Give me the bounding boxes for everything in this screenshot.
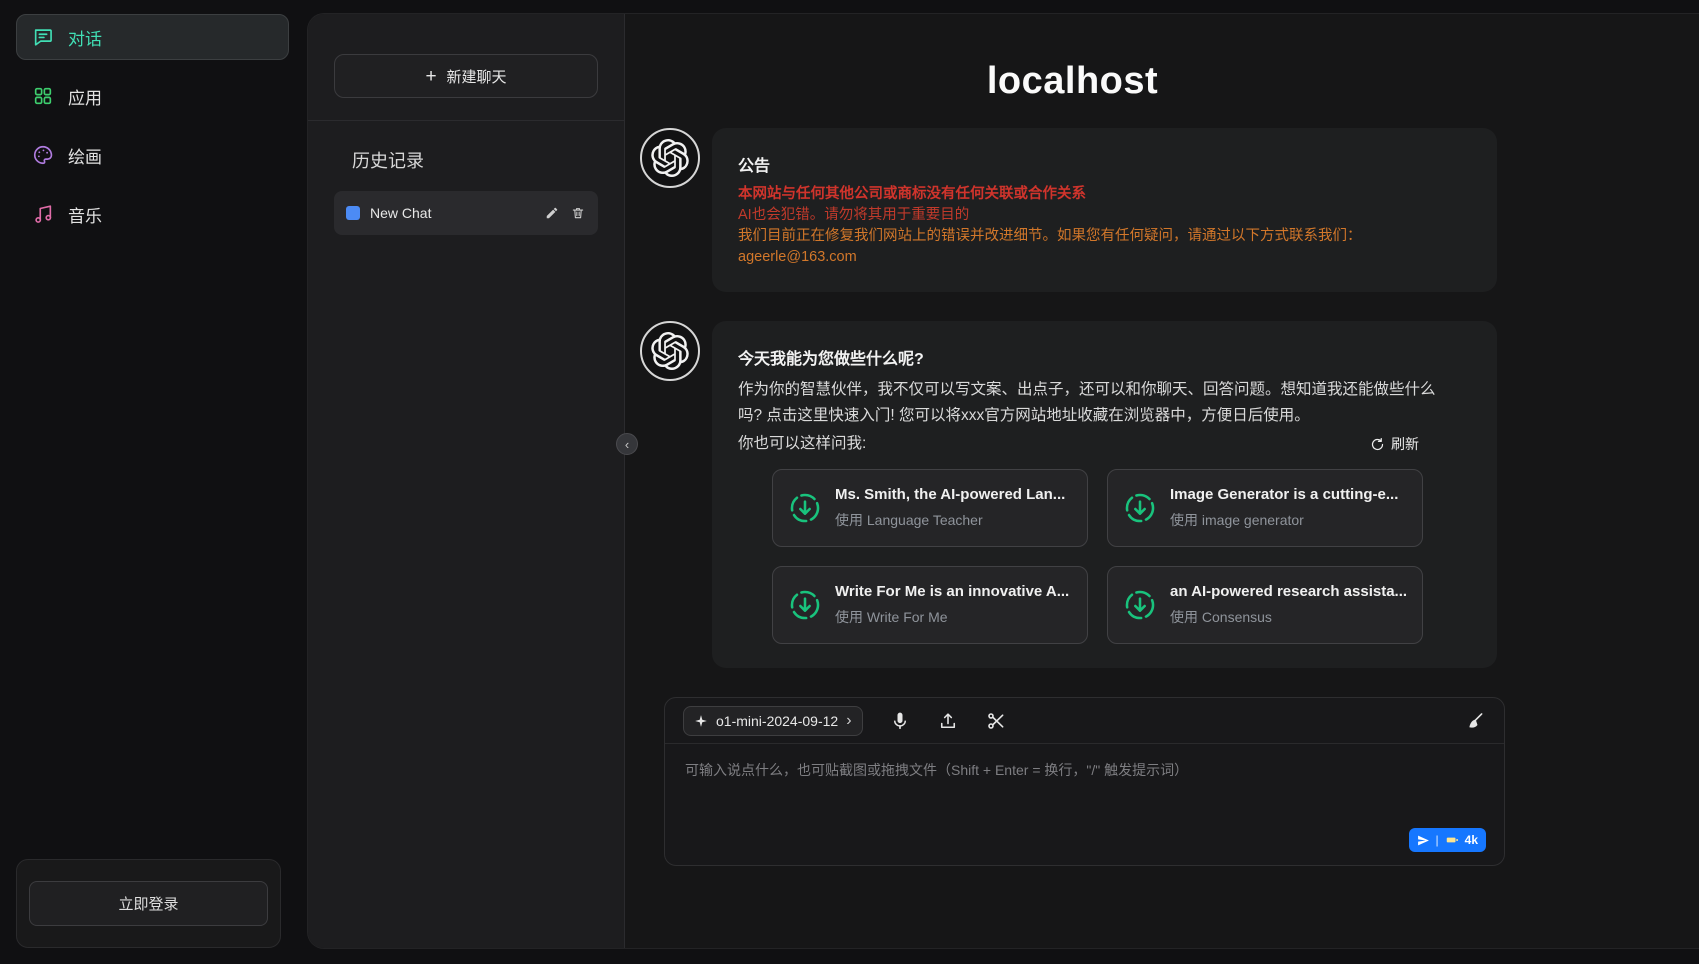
assistant-avatar [640, 321, 700, 381]
refresh-button[interactable]: 刷新 [1370, 434, 1419, 454]
model-name: o1-mini-2024-09-12 [716, 713, 838, 729]
refresh-label: 刷新 [1391, 434, 1419, 454]
suggestion-title: Ms. Smith, the AI-powered Lan... [835, 486, 1065, 503]
circle-arrow-down-icon [788, 491, 822, 525]
hint-row: 你也可以这样问我: 刷新 [738, 431, 1471, 457]
message-announcement: 公告 本网站与任何其他公司或商标没有任何关联或合作关系 AI也会犯错。请勿将其用… [640, 128, 1505, 292]
welcome-body: 作为你的智慧伙伴，我不仅可以写文案、出点子，还可以和你聊天、回答问题。想知道我还… [738, 377, 1458, 429]
openai-logo-icon [651, 332, 689, 370]
circle-arrow-down-icon [1123, 588, 1157, 622]
chat-icon [32, 26, 54, 48]
history-list-item[interactable]: New Chat [334, 191, 598, 235]
palette-icon [32, 144, 54, 166]
history-panel: + 新建聊天 历史记录 New Chat [308, 14, 625, 948]
ask-hint: 你也可以这样问我: [738, 431, 866, 457]
suggestion-card[interactable]: Write For Me is an innovative A... 使用 Wr… [772, 566, 1088, 644]
scissors-icon[interactable] [985, 710, 1007, 732]
plus-icon: + [425, 67, 436, 86]
login-panel: 立即登录 [16, 859, 281, 948]
sparkle-icon [694, 714, 708, 728]
announcement-line: 我们目前正在修复我们网站上的错误并改进细节。如果您有任何疑问，请通过以下方式联系… [738, 226, 1471, 247]
announcement-line: 本网站与任何其他公司或商标没有任何关联或合作关系 [738, 184, 1471, 205]
suggestion-title: Image Generator is a cutting-e... [1170, 486, 1398, 503]
suggestion-grid: Ms. Smith, the AI-powered Lan... 使用 Lang… [772, 469, 1471, 644]
history-body: 历史记录 New Chat [308, 121, 624, 235]
delete-icon[interactable] [570, 205, 586, 221]
suggestion-subtitle: 使用 Language Teacher [835, 510, 1065, 530]
new-chat-button[interactable]: + 新建聊天 [334, 54, 598, 98]
message-welcome: 今天我能为您做些什么呢? 作为你的智慧伙伴，我不仅可以写文案、出点子，还可以和你… [640, 321, 1505, 668]
sidebar-item-label: 绘画 [68, 143, 102, 168]
welcome-heading: 今天我能为您做些什么呢? [738, 345, 1471, 369]
suggestion-text: an AI-powered research assista... 使用 Con… [1170, 583, 1407, 627]
suggestion-subtitle: 使用 image generator [1170, 510, 1398, 530]
circle-arrow-down-icon [1123, 491, 1157, 525]
sidebar-item-label: 音乐 [68, 202, 102, 227]
suggestion-card[interactable]: Ms. Smith, the AI-powered Lan... 使用 Lang… [772, 469, 1088, 547]
refresh-icon [1370, 437, 1385, 452]
music-icon [32, 203, 54, 225]
sidebar-item-apps[interactable]: 应用 [16, 73, 289, 119]
sidebar-item-label: 应用 [68, 84, 102, 109]
collapse-sidebar-button[interactable]: ‹ [616, 433, 638, 455]
sidebar-item-paint[interactable]: 绘画 [16, 132, 289, 178]
history-item-title: New Chat [370, 205, 534, 221]
openai-logo-icon [651, 139, 689, 177]
composer-toolbar: o1-mini-2024-09-12 › [665, 698, 1504, 744]
token-count: 4k [1465, 833, 1478, 847]
suggestion-text: Ms. Smith, the AI-powered Lan... 使用 Lang… [835, 486, 1065, 530]
suggestion-subtitle: 使用 Write For Me [835, 607, 1069, 627]
page-title: localhost [640, 58, 1505, 104]
new-chat-label: 新建聊天 [447, 66, 507, 87]
history-top: + 新建聊天 [308, 14, 624, 121]
suggestion-text: Write For Me is an innovative A... 使用 Wr… [835, 583, 1069, 627]
suggestion-card[interactable]: Image Generator is a cutting-e... 使用 ima… [1107, 469, 1423, 547]
chat-main: localhost 公告 本网站与任何其他公司或商标没有任何关联或合作关系 AI… [625, 14, 1699, 948]
sidebar-item-music[interactable]: 音乐 [16, 191, 289, 237]
chat-square-icon [346, 206, 360, 220]
clear-broom-icon[interactable] [1464, 710, 1486, 732]
send-icon [1417, 834, 1430, 847]
upload-icon[interactable] [937, 710, 959, 732]
suggestion-card[interactable]: an AI-powered research assista... 使用 Con… [1107, 566, 1423, 644]
edit-icon[interactable] [544, 205, 560, 221]
sidebar: 对话 应用 [0, 0, 305, 964]
send-token-badge[interactable]: | 4k [1409, 828, 1486, 852]
chevron-right-icon: › [846, 713, 851, 729]
contact-email-link[interactable]: ageerle@163.com [738, 249, 857, 265]
announcement-heading: 公告 [738, 152, 1471, 176]
composer: o1-mini-2024-09-12 › [664, 697, 1505, 866]
history-heading: 历史记录 [352, 147, 598, 173]
welcome-bubble: 今天我能为您做些什么呢? 作为你的智慧伙伴，我不仅可以写文案、出点子，还可以和你… [712, 321, 1497, 668]
login-button[interactable]: 立即登录 [29, 881, 268, 926]
assistant-avatar [640, 128, 700, 188]
circle-arrow-down-icon [788, 588, 822, 622]
message-input[interactable] [665, 744, 1504, 830]
suggestion-title: an AI-powered research assista... [1170, 583, 1407, 600]
sidebar-item-chat[interactable]: 对话 [16, 14, 289, 60]
suggestion-subtitle: 使用 Consensus [1170, 607, 1407, 627]
microphone-icon[interactable] [889, 710, 911, 732]
app-root: 对话 应用 [0, 0, 1699, 964]
battery-icon [1445, 833, 1459, 847]
apps-icon [32, 85, 54, 107]
announcement-line: AI也会犯错。请勿将其用于重要目的 [738, 205, 1471, 226]
sidebar-item-label: 对话 [68, 25, 102, 50]
suggestion-title: Write For Me is an innovative A... [835, 583, 1069, 600]
model-selector[interactable]: o1-mini-2024-09-12 › [683, 706, 863, 736]
announcement-bubble: 公告 本网站与任何其他公司或商标没有任何关联或合作关系 AI也会犯错。请勿将其用… [712, 128, 1497, 292]
suggestion-text: Image Generator is a cutting-e... 使用 ima… [1170, 486, 1398, 530]
content-card: + 新建聊天 历史记录 New Chat [308, 14, 1699, 948]
badge-divider: | [1436, 833, 1439, 847]
